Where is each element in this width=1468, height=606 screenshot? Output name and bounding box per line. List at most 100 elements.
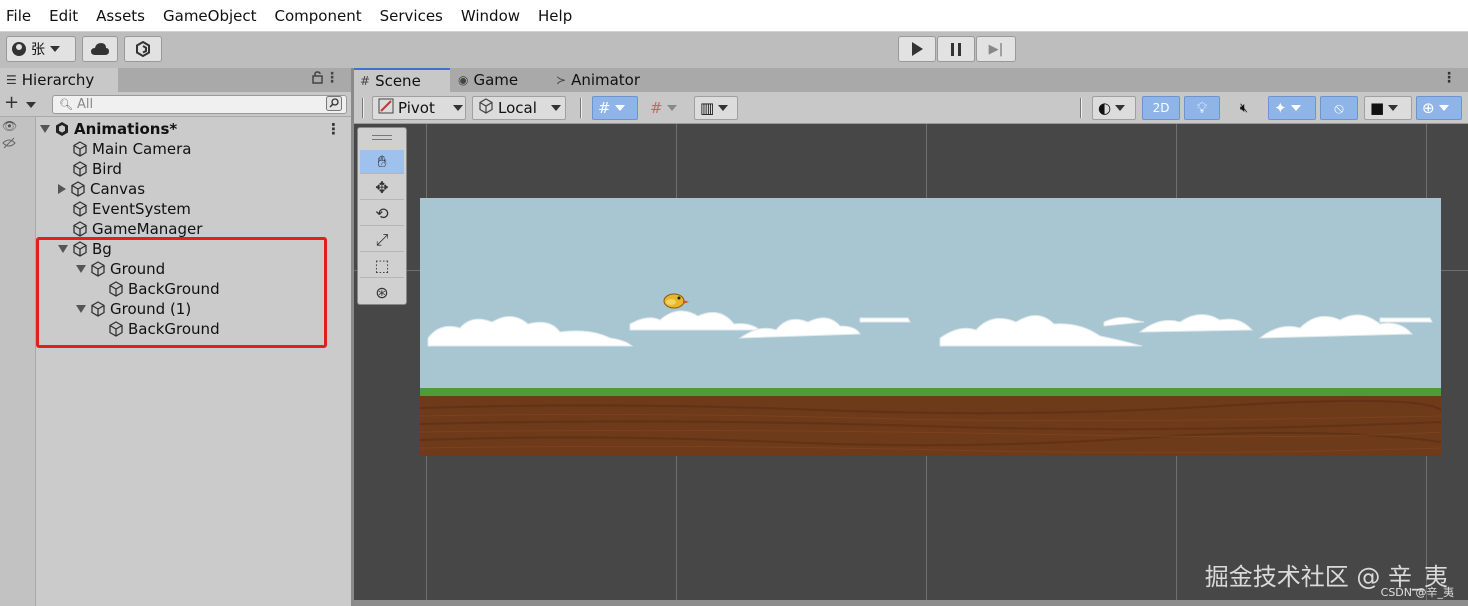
tab-game[interactable]: ◉ Game [452, 68, 548, 92]
scene-visibility-button[interactable]: ⦸ [1320, 96, 1358, 120]
cloud-button[interactable] [82, 36, 118, 62]
menu-bar: File Edit Assets GameObject Component Se… [0, 0, 1468, 32]
gameobject-cube-icon [72, 141, 88, 157]
transform-icon: ⊛ [375, 282, 389, 302]
scene-tab-bar: # Scene ◉ Game ≻ Animator ⋮ [354, 68, 1468, 92]
menu-edit[interactable]: Edit [49, 7, 78, 25]
scene-root-row[interactable]: Animations* ⋮ [40, 119, 345, 139]
audio-button[interactable]: 🔇︎ [1226, 96, 1262, 120]
ground-dirt [419, 396, 1442, 456]
mode-2d-button[interactable]: 2D [1142, 96, 1180, 120]
account-dropdown[interactable]: 张 [6, 36, 76, 62]
tab-animator[interactable]: ≻ Animator [550, 68, 660, 92]
snap-increment-button[interactable]: # [644, 96, 688, 120]
menu-file[interactable]: File [6, 7, 31, 25]
pause-button[interactable] [937, 36, 975, 62]
pick-icon[interactable] [2, 137, 16, 152]
rect-icon: ⬚ [374, 256, 390, 275]
filter-icon[interactable] [326, 96, 342, 114]
visibility-column: 👁︎ [0, 117, 36, 606]
lighting-button[interactable]: 💡︎ [1184, 96, 1220, 120]
chevron-down-icon [1388, 105, 1399, 111]
rotate-icon: ⟲ [375, 204, 389, 223]
effects-button[interactable]: ✦ [1268, 96, 1316, 120]
tab-hierarchy[interactable]: ☰ Hierarchy [0, 68, 118, 92]
scale-icon: ⤢ [375, 229, 389, 249]
fold-open-icon[interactable] [40, 125, 50, 133]
chevron-down-icon [666, 105, 677, 111]
hand-tool-button[interactable]: ✋︎ [360, 150, 404, 174]
grid-visibility-button[interactable]: ▥ [694, 96, 738, 120]
pivot-label: Pivot [398, 99, 435, 117]
kebab-menu-icon[interactable]: ⋮ [326, 120, 341, 138]
hierarchy-item[interactable]: Bird [58, 159, 122, 179]
ruler-icon: ▥ [700, 99, 715, 117]
local-dropdown[interactable]: Local [472, 96, 566, 120]
snap-icon: # [650, 99, 663, 117]
chevron-down-icon [614, 105, 625, 111]
menu-help[interactable]: Help [538, 7, 572, 25]
hand-icon: ✋︎ [377, 151, 387, 171]
transform-tool-button[interactable]: ⊛ [360, 280, 404, 304]
highlight-box [36, 237, 327, 348]
kebab-menu-icon[interactable]: ⋮ [1442, 70, 1456, 86]
hierarchy-search-input[interactable]: 🔍︎ All [52, 95, 347, 114]
cube-icon [478, 98, 494, 118]
eye-icon[interactable]: 👁︎ [2, 119, 17, 133]
lock-icon[interactable] [312, 71, 323, 88]
light-bulb-icon: 💡︎ [1196, 99, 1208, 117]
move-tool-button[interactable]: ✥ [360, 176, 404, 200]
menu-services[interactable]: Services [380, 7, 443, 25]
gizmos-button[interactable]: ⊕ [1416, 96, 1462, 120]
add-button[interactable]: + [4, 94, 19, 112]
scene-name: Animations* [74, 120, 178, 138]
grass-strip [420, 388, 1441, 396]
tool-palette: ✋︎ ✥ ⟲ ⤢ ⬚ ⊛ [357, 127, 407, 305]
camera-icon: ■ [1370, 99, 1385, 117]
collab-icon [136, 41, 150, 57]
kebab-menu-icon[interactable]: ⋮ [325, 70, 339, 86]
play-button[interactable] [898, 36, 936, 62]
drag-handle[interactable] [372, 135, 392, 140]
chevron-down-icon [1115, 105, 1126, 111]
chevron-down-icon [452, 105, 463, 111]
step-icon: ▶| [988, 41, 1004, 57]
hierarchy-item[interactable]: Main Camera [58, 139, 191, 159]
menu-assets[interactable]: Assets [96, 7, 145, 25]
separator [362, 98, 364, 118]
tab-scene[interactable]: # Scene [354, 68, 450, 92]
fold-closed-icon[interactable] [58, 184, 66, 194]
step-button[interactable]: ▶| [976, 36, 1016, 62]
menu-window[interactable]: Window [461, 7, 520, 25]
chevron-down-icon [1290, 105, 1301, 111]
tab-animator-label: Animator [571, 71, 641, 89]
hierarchy-item[interactable]: Canvas [58, 179, 145, 199]
hierarchy-item[interactable]: GameManager [58, 219, 202, 239]
account-label: 张 [31, 42, 45, 58]
menu-component[interactable]: Component [275, 7, 362, 25]
scene-viewport[interactable]: ✋︎ ✥ ⟲ ⤢ ⬚ ⊛ [354, 124, 1468, 600]
cloud-icon [91, 43, 109, 55]
scale-tool-button[interactable]: ⤢ [360, 228, 404, 252]
hierarchy-item[interactable]: EventSystem [58, 199, 191, 219]
pivot-dropdown[interactable]: Pivot [372, 96, 466, 120]
rect-tool-button[interactable]: ⬚ [360, 254, 404, 278]
chevron-down-icon[interactable] [26, 102, 36, 108]
search-icon: 🔍︎ [59, 98, 73, 111]
camera-button[interactable]: ■ [1364, 96, 1412, 120]
rotate-tool-button[interactable]: ⟲ [360, 202, 404, 226]
menu-gameobject[interactable]: GameObject [163, 7, 257, 25]
hierarchy-tab-label: Hierarchy [21, 71, 95, 89]
main-toolbar: 张 ▶| [0, 32, 1468, 68]
globe-icon: ⊕ [1422, 99, 1435, 117]
clouds [427, 310, 1433, 347]
chevron-down-icon [1438, 105, 1449, 111]
shading-mode-button[interactable]: ◐ [1092, 96, 1136, 120]
chevron-down-icon [50, 46, 60, 52]
collab-button[interactable] [124, 36, 162, 62]
grid-snap-button[interactable]: # [592, 96, 638, 120]
hierarchy-tree: Animations* ⋮ Main Camera Bird Canvas Event… [36, 117, 351, 606]
scene-panel: # Scene ◉ Game ≻ Animator ⋮ Pivot Local [354, 68, 1468, 606]
dirt-texture [419, 399, 1442, 454]
local-label: Local [498, 99, 537, 117]
